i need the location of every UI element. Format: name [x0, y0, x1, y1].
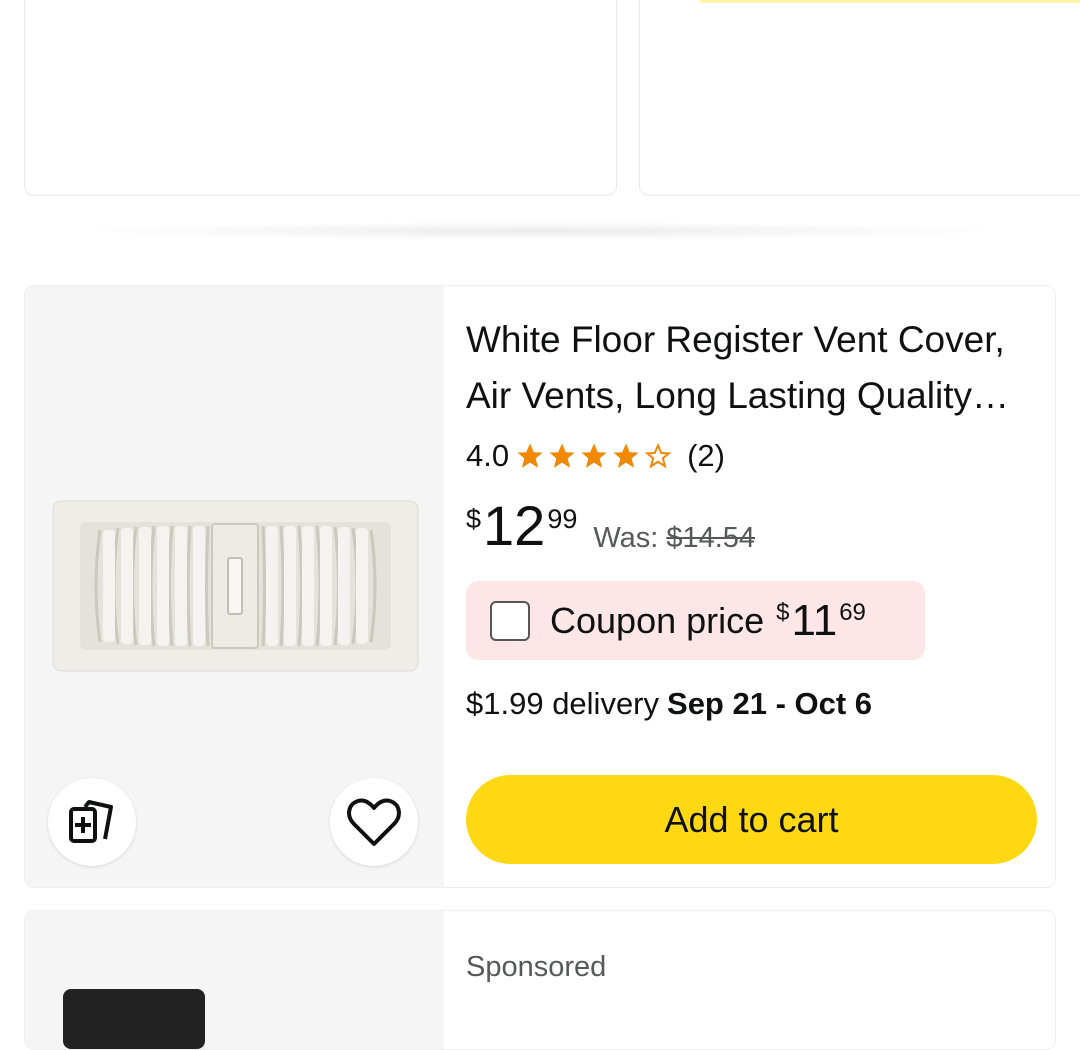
- coupon-box[interactable]: Coupon price $ 11 69: [466, 581, 925, 660]
- previous-card-accent: [700, 0, 1080, 3]
- product-title[interactable]: White Floor Register Vent Cover, Air Ven…: [466, 312, 1041, 424]
- price-whole: 12: [483, 494, 546, 557]
- was-label: Was:: [593, 522, 659, 554]
- star-filled-icon: [517, 443, 543, 468]
- compare-button[interactable]: [48, 778, 136, 866]
- price-fraction: 99: [547, 504, 578, 534]
- star-filled-icon: [549, 443, 575, 468]
- heart-icon: [347, 798, 401, 846]
- delivery-info: $1.99 delivery Sep 21 - Oct 6: [466, 686, 872, 722]
- rating-row[interactable]: 4.0 (2): [466, 434, 725, 478]
- section-divider: [70, 222, 1010, 240]
- next-product-image-panel[interactable]: [25, 911, 444, 1049]
- price: $ 12 99 Was: $14.54: [466, 494, 755, 564]
- coupon-price: $ 11 69: [776, 595, 866, 645]
- was-price-value: $14.54: [666, 522, 756, 554]
- product-info[interactable]: White Floor Register Vent Cover, Air Ven…: [466, 286, 1055, 887]
- product-card[interactable]: White Floor Register Vent Cover, Air Ven…: [24, 285, 1056, 888]
- review-count[interactable]: (2): [687, 438, 725, 474]
- delivery-cost: $1.99 delivery: [466, 686, 660, 721]
- star-empty-icon: [644, 442, 672, 469]
- rating-stars: [515, 441, 675, 471]
- star-filled-icon: [613, 443, 639, 468]
- coupon-whole: 11: [791, 595, 838, 645]
- add-to-cart-button[interactable]: Add to cart: [466, 775, 1037, 864]
- product-image-panel[interactable]: [25, 286, 444, 887]
- coupon-label: Coupon price: [550, 599, 765, 641]
- previous-card-left[interactable]: [24, 0, 617, 196]
- rating-value: 4.0: [466, 438, 510, 473]
- coupon-fraction: 69: [839, 598, 866, 626]
- next-product-image[interactable]: [63, 989, 205, 1049]
- coupon-currency: $: [776, 598, 790, 626]
- next-product-card[interactable]: Sponsored: [24, 910, 1056, 1050]
- was-price: Was: $14.54: [593, 522, 755, 555]
- price-currency: $: [466, 504, 482, 534]
- delivery-dates: Sep 21 - Oct 6: [667, 686, 873, 721]
- wishlist-button[interactable]: [330, 778, 418, 866]
- star-filled-icon: [581, 443, 607, 468]
- sponsored-label: Sponsored: [466, 951, 607, 983]
- product-image[interactable]: [52, 500, 419, 672]
- coupon-checkbox[interactable]: [490, 600, 530, 641]
- compare-icon: [69, 800, 113, 843]
- previous-card-right[interactable]: [639, 0, 1080, 196]
